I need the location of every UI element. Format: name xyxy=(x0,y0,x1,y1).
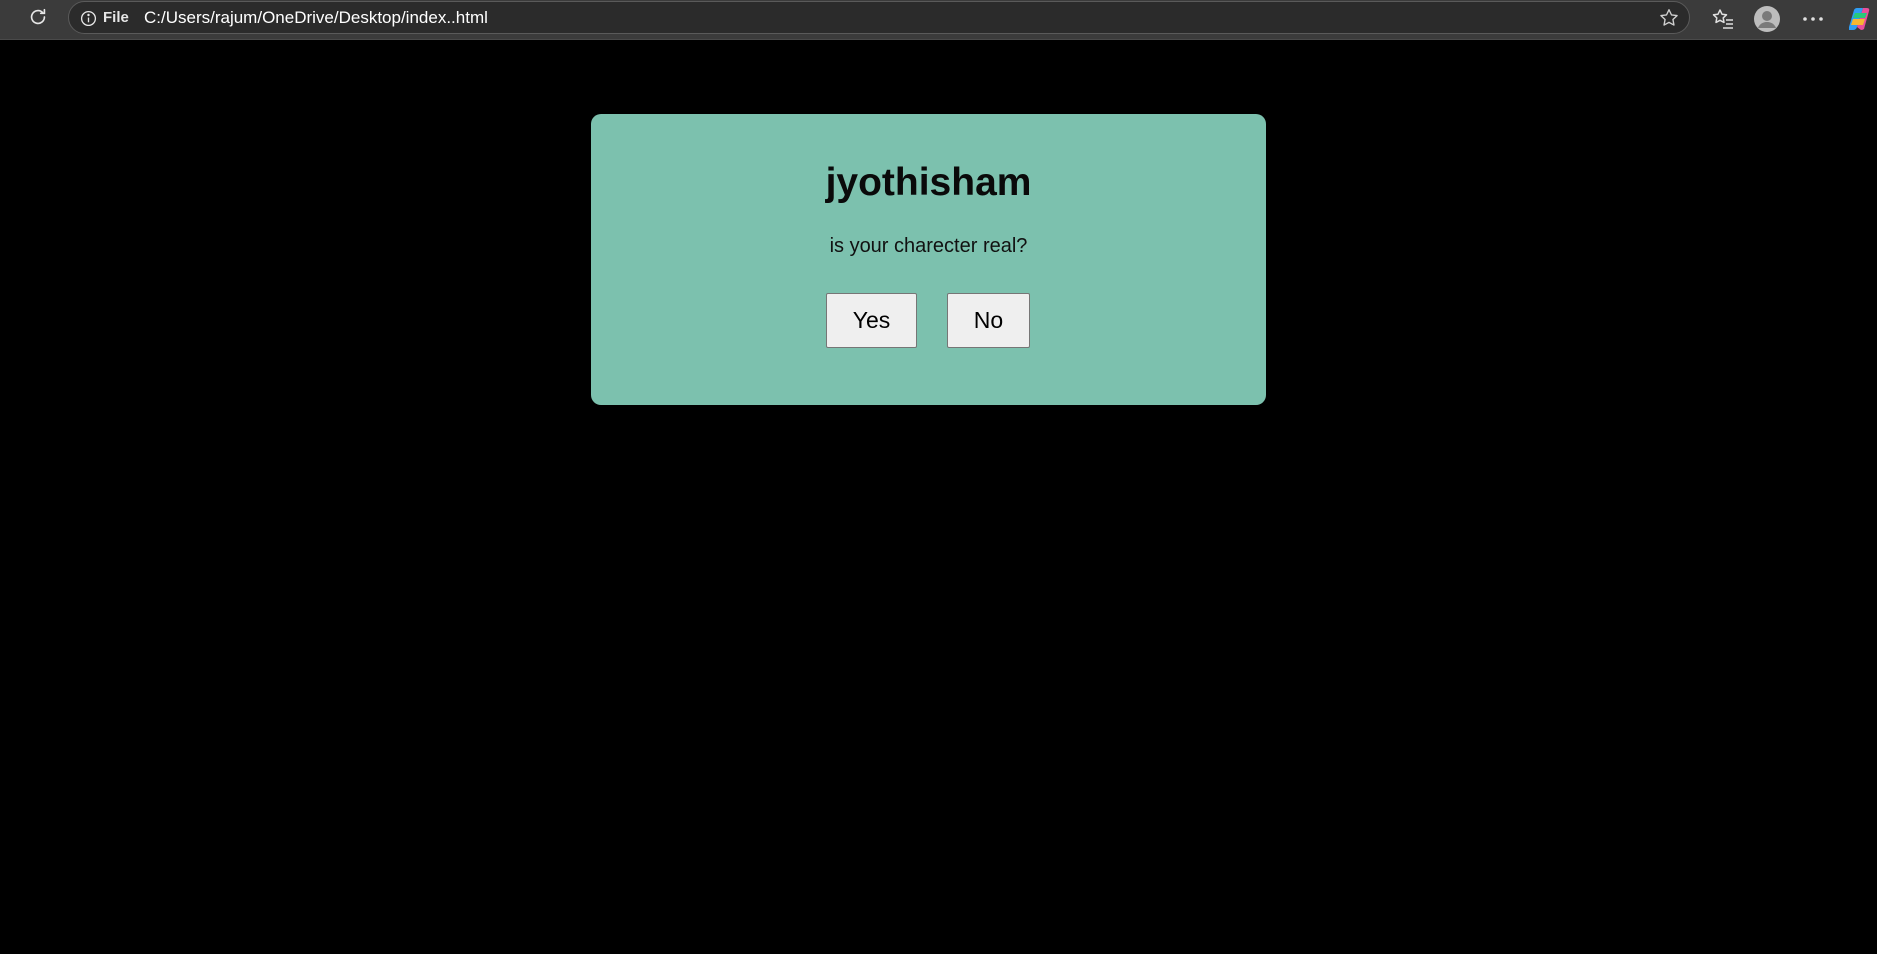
scheme-label: File xyxy=(103,9,129,26)
star-icon[interactable] xyxy=(1657,7,1681,29)
address-bar[interactable]: File C:/Users/rajum/OneDrive/Desktop/ind… xyxy=(68,1,1690,34)
no-button[interactable]: No xyxy=(947,293,1030,348)
favorites-icon[interactable] xyxy=(1707,3,1739,35)
card-question: is your charecter real? xyxy=(829,235,1028,257)
more-options-icon[interactable] xyxy=(1797,3,1829,35)
yes-button[interactable]: Yes xyxy=(826,293,917,348)
url-text[interactable]: C:/Users/rajum/OneDrive/Desktop/index..h… xyxy=(144,8,488,28)
browser-toolbar: File C:/Users/rajum/OneDrive/Desktop/ind… xyxy=(0,0,1877,40)
profile-avatar-icon[interactable] xyxy=(1751,3,1783,35)
info-icon[interactable] xyxy=(79,9,97,27)
question-card: jyothisham is your charecter real? Yes N… xyxy=(591,114,1266,405)
reload-icon[interactable] xyxy=(26,5,50,29)
copilot-icon[interactable] xyxy=(1842,3,1874,35)
card-title: jyothisham xyxy=(825,161,1032,204)
